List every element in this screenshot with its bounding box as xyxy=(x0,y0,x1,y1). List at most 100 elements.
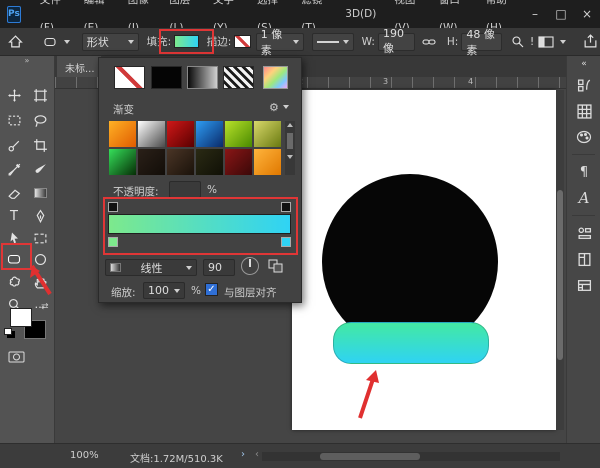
default-colors-icon[interactable] xyxy=(4,328,12,335)
gradient-bar[interactable] xyxy=(108,214,291,234)
angle-dial[interactable] xyxy=(241,257,259,275)
properties-panel-icon[interactable] xyxy=(567,246,600,272)
menu-3d[interactable]: 3D(D) xyxy=(336,0,385,28)
opacity-input[interactable] xyxy=(169,181,201,198)
vertical-scrollbar-thumb[interactable] xyxy=(557,190,563,360)
opacity-stop-left[interactable] xyxy=(108,202,118,212)
chevron-down-icon xyxy=(343,40,349,44)
scale-select[interactable]: 100 xyxy=(143,282,185,299)
fill-type-pattern-button[interactable] xyxy=(223,66,254,89)
color-panel-icon[interactable] xyxy=(567,124,600,150)
color-picker-button[interactable] xyxy=(263,66,288,89)
link-dimensions-icon[interactable] xyxy=(419,31,439,53)
reverse-gradient-icon[interactable] xyxy=(267,258,285,277)
foreground-color-swatch[interactable] xyxy=(10,308,32,327)
align-label: 与图层对齐 xyxy=(224,285,277,300)
frame-tool[interactable] xyxy=(29,227,51,249)
document-tab[interactable]: 未标... xyxy=(57,56,101,77)
gradient-preset[interactable] xyxy=(196,121,223,147)
gradient-preset[interactable] xyxy=(138,149,165,175)
gradient-picker-panel: 渐变 ⚙ 不透明度: % 线性 xyxy=(98,57,302,303)
color-stop-left[interactable] xyxy=(108,237,118,247)
gradient-preset[interactable] xyxy=(109,149,136,175)
opacity-label: 不透明度: xyxy=(113,184,159,199)
gear-icon[interactable]: ⚙ xyxy=(269,101,289,114)
status-next-icon[interactable]: › xyxy=(241,449,245,460)
opacity-stop-right[interactable] xyxy=(281,202,291,212)
eyedropper-tool[interactable] xyxy=(3,158,25,180)
canvas[interactable] xyxy=(292,90,556,430)
lasso-tool[interactable] xyxy=(29,109,51,131)
fill-type-gradient-button[interactable] xyxy=(187,66,218,89)
path-select-tool[interactable] xyxy=(3,227,25,249)
angle-input[interactable]: 90 xyxy=(203,259,235,276)
gradient-preset[interactable] xyxy=(167,149,194,175)
type-tool[interactable]: T xyxy=(3,205,25,227)
home-icon[interactable] xyxy=(6,31,26,53)
height-input[interactable]: 48 像素 xyxy=(461,33,502,51)
gradient-preset[interactable] xyxy=(138,121,165,147)
color-stop-right[interactable] xyxy=(281,237,291,247)
character-panel-icon[interactable]: A xyxy=(567,185,600,211)
horizontal-scrollbar[interactable] xyxy=(262,452,560,461)
fill-type-solid-button[interactable] xyxy=(151,66,182,89)
brush-tool[interactable] xyxy=(29,158,51,180)
fill-type-none-button[interactable] xyxy=(114,66,145,89)
fill-swatch[interactable] xyxy=(174,35,199,48)
align-checkbox[interactable]: ✓ xyxy=(205,283,218,296)
tool-preset-chevron-icon[interactable] xyxy=(64,40,70,44)
move-tool[interactable] xyxy=(3,84,25,106)
libraries-panel-icon[interactable] xyxy=(567,220,600,246)
gradient-preset[interactable] xyxy=(225,121,252,147)
panel-toggle-icon[interactable] xyxy=(536,31,556,53)
swap-colors-icon[interactable]: ⇄ xyxy=(41,302,49,312)
restore-button[interactable]: □ xyxy=(548,0,574,28)
close-button[interactable]: × xyxy=(574,0,600,28)
gradient-preset[interactable] xyxy=(196,149,223,175)
collapse-toolbar-icon[interactable]: » xyxy=(0,56,54,65)
minimize-button[interactable]: – xyxy=(522,0,548,28)
search-icon[interactable] xyxy=(508,31,528,53)
brushes-panel-icon[interactable] xyxy=(567,72,600,98)
gradient-preset[interactable] xyxy=(167,121,194,147)
vertical-scrollbar[interactable] xyxy=(556,90,564,430)
stroke-style-select[interactable] xyxy=(312,33,354,51)
marquee-tool[interactable] xyxy=(3,109,25,131)
presets-scrollbar[interactable] xyxy=(285,121,295,175)
healing-brush-tool[interactable] xyxy=(3,134,25,156)
gradient-style-select[interactable]: 线性 xyxy=(105,259,197,276)
eraser-tool[interactable] xyxy=(3,182,25,204)
paragraph-panel-icon[interactable]: ¶ xyxy=(567,159,600,185)
width-input[interactable]: 190 像 xyxy=(378,33,415,51)
tool-preset-rounded-rect-icon[interactable] xyxy=(40,31,60,53)
quick-mask-icon[interactable] xyxy=(8,350,26,367)
right-panel-dock: « ¶ A xyxy=(566,56,600,443)
horizontal-scrollbar-thumb[interactable] xyxy=(320,453,420,460)
stroke-width-select[interactable]: 1 像素 xyxy=(256,33,304,51)
zoom-level[interactable]: 100% xyxy=(70,450,99,461)
presets-scrollbar-thumb[interactable] xyxy=(287,133,293,149)
fill-label: 填充: xyxy=(147,34,172,49)
gradient-preset[interactable] xyxy=(225,149,252,175)
layers-panel-icon[interactable] xyxy=(567,272,600,298)
crop-tool[interactable] xyxy=(29,134,51,156)
title-bar: Ps 文件(F) 编辑(E) 图像(I) 图层(L) 文字(Y) 选择(S) 滤… xyxy=(0,0,600,28)
gradient-preset[interactable] xyxy=(109,121,136,147)
gradient-tool[interactable] xyxy=(29,182,51,204)
pen-tool[interactable] xyxy=(29,205,51,227)
patterns-panel-icon[interactable] xyxy=(567,98,600,124)
artboard-tool[interactable] xyxy=(29,84,51,106)
panel-toggle-chevron-icon[interactable] xyxy=(560,40,566,44)
export-icon[interactable] xyxy=(580,31,600,53)
gradient-preset[interactable] xyxy=(254,149,281,175)
status-prev-icon[interactable]: ‹ xyxy=(255,449,259,460)
gradient-style-value: 线性 xyxy=(141,260,163,276)
width-label: W: xyxy=(362,36,375,48)
expand-panels-icon[interactable]: « xyxy=(567,56,600,72)
tool-mode-select[interactable]: 形状 xyxy=(82,33,139,51)
stroke-swatch[interactable] xyxy=(234,35,250,48)
scroll-down-icon[interactable] xyxy=(287,155,293,159)
rounded-rect-shape[interactable] xyxy=(333,322,489,364)
scroll-up-icon[interactable] xyxy=(287,123,293,127)
gradient-preset[interactable] xyxy=(254,121,281,147)
